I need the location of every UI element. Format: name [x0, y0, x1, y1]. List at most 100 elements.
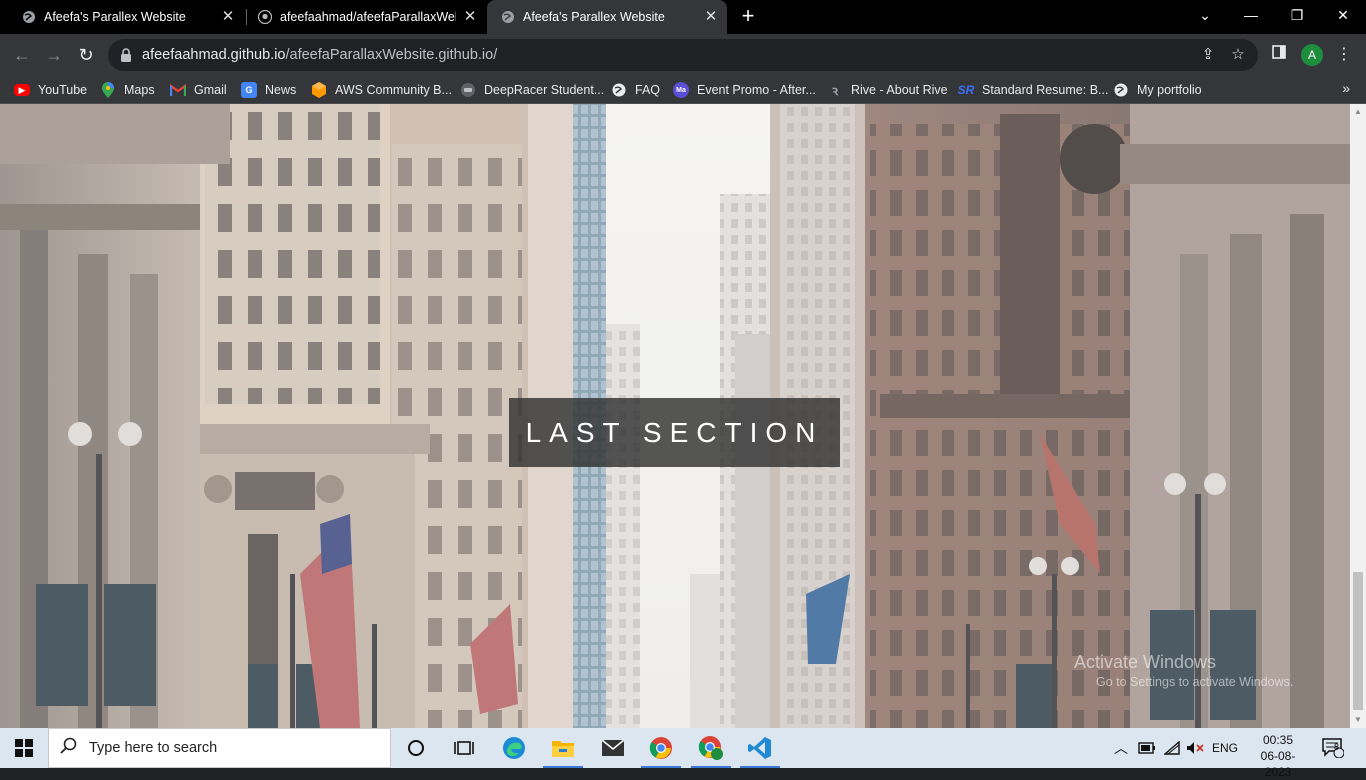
watermark-line-2: Go to Settings to activate Windows.: [1096, 675, 1294, 689]
deepracer-icon: [460, 82, 476, 98]
page-scrollbar[interactable]: ▲ ▼: [1350, 104, 1366, 728]
clock-date: 06-08-2023: [1260, 749, 1296, 779]
bookmark-gmail[interactable]: Gmail: [170, 80, 227, 100]
task-view-icon[interactable]: [440, 728, 488, 768]
new-tab-button[interactable]: +: [737, 5, 759, 28]
scroll-thumb[interactable]: [1353, 572, 1363, 710]
start-button[interactable]: [0, 728, 48, 768]
edge-icon[interactable]: [490, 728, 538, 768]
url-text[interactable]: afeefaahmad.github.io/afeefaParallaxWebs…: [142, 47, 497, 63]
notification-count: 8: [1334, 742, 1340, 752]
more-bookmarks-icon[interactable]: »: [1342, 80, 1350, 96]
rive-icon: ꝛ: [831, 83, 839, 98]
gmail-icon: [170, 82, 186, 98]
resume-icon: SR: [957, 83, 975, 97]
wifi-icon[interactable]: [1164, 728, 1180, 768]
show-hidden-icons[interactable]: ︿: [1114, 728, 1128, 768]
bookmark-deepracer[interactable]: DeepRacer Student...: [460, 80, 604, 100]
windows-taskbar: Type here to search ︿ ENG 00:35 06-08-20…: [0, 728, 1366, 779]
bookmark-youtube[interactable]: ▶ YouTube: [14, 80, 87, 100]
side-panel-icon[interactable]: [1267, 43, 1291, 67]
bookmarks-bar: ▶ YouTube Maps Gmail G News AWS Communit…: [0, 76, 1366, 104]
notification-center-icon[interactable]: 8: [1322, 728, 1344, 768]
menu-kebab-icon[interactable]: ⋮: [1332, 43, 1356, 67]
watermark-line-1: Activate Windows: [1074, 652, 1217, 672]
bookmark-label: News: [265, 83, 297, 97]
close-tab-icon[interactable]: ✕: [462, 9, 478, 25]
bookmark-star-icon[interactable]: ☆: [1228, 45, 1248, 65]
bookmark-label: AWS Community B...: [335, 83, 452, 97]
bookmark-my-portfolio[interactable]: My portfolio: [1113, 80, 1202, 100]
windows-logo-icon: [15, 739, 33, 757]
tab-title: afeefaahmad/afeefaParallaxWebsite: [280, 10, 456, 24]
bookmark-event-promo[interactable]: Ma Event Promo - After...: [673, 80, 816, 100]
github-icon: [257, 9, 273, 25]
tab-2[interactable]: afeefaahmad/afeefaParallaxWebsite ✕: [236, 0, 486, 34]
vscode-icon[interactable]: [736, 728, 784, 768]
reload-button[interactable]: ↻: [74, 43, 98, 67]
bookmark-label: My portfolio: [1137, 83, 1202, 97]
back-button[interactable]: ←: [10, 43, 34, 67]
close-tab-icon[interactable]: ✕: [703, 9, 719, 25]
bookmark-news[interactable]: G News: [241, 80, 296, 100]
tab-title: Afeefa's Parallex Website: [523, 10, 665, 24]
globe-icon: [1113, 82, 1129, 98]
page-viewport: LAST SECTION Activate Windows Go to Sett…: [0, 104, 1350, 728]
taskbar-search-box[interactable]: Type here to search: [48, 728, 391, 768]
bookmark-label: DeepRacer Student...: [484, 83, 605, 97]
activate-windows-watermark: Activate Windows Go to Settings to activ…: [1074, 652, 1293, 689]
restore-button[interactable]: ❐: [1274, 0, 1320, 30]
share-icon[interactable]: ⇪: [1198, 45, 1218, 65]
tab-title: Afeefa's Parallex Website: [44, 10, 186, 24]
battery-icon[interactable]: [1138, 728, 1156, 768]
bookmark-standard-resume[interactable]: SR Standard Resume: B...: [957, 80, 1109, 100]
close-tab-icon[interactable]: ✕: [220, 9, 236, 25]
scroll-down-arrow-icon[interactable]: ▼: [1350, 712, 1366, 728]
bookmark-label: YouTube: [38, 83, 88, 97]
chrome-profile-icon[interactable]: [687, 728, 735, 768]
search-placeholder: Type here to search: [89, 740, 218, 756]
cortana-icon[interactable]: [392, 728, 440, 768]
chrome-icon[interactable]: [637, 728, 685, 768]
section-title: LAST SECTION: [525, 416, 824, 448]
news-icon: G: [241, 82, 257, 98]
chevron-up-icon[interactable]: ︿: [1114, 738, 1128, 758]
system-clock[interactable]: 00:35 06-08-2023: [1248, 732, 1308, 780]
bookmark-faq[interactable]: FAQ: [611, 80, 660, 100]
address-bar[interactable]: afeefaahmad.github.io/afeefaParallaxWebs…: [108, 39, 1258, 71]
profile-avatar[interactable]: A: [1301, 44, 1323, 66]
mail-icon[interactable]: [589, 728, 637, 768]
bookmark-maps[interactable]: Maps: [100, 80, 155, 100]
bookmark-label: Maps: [124, 83, 155, 97]
bookmark-label: Standard Resume: B...: [982, 83, 1109, 97]
bookmark-aws-community[interactable]: AWS Community B...: [311, 80, 452, 100]
url-host: afeefaahmad.github.io: [142, 47, 286, 63]
bookmark-label: FAQ: [635, 83, 661, 97]
language-indicator[interactable]: ENG: [1212, 728, 1238, 768]
volume-muted-icon[interactable]: [1186, 728, 1204, 768]
tab-1[interactable]: Afeefa's Parallex Website ✕: [0, 0, 244, 34]
scroll-up-arrow-icon[interactable]: ▲: [1350, 104, 1366, 120]
globe-icon: [501, 10, 515, 24]
bookmark-rive[interactable]: ꝛ Rive - About Rive: [827, 80, 948, 100]
url-path: /afeefaParallaxWebsite.github.io/: [285, 47, 498, 63]
search-icon: [49, 737, 89, 760]
browser-toolbar: ← → ↻ afeefaahmad.github.io/afeefaParall…: [0, 34, 1366, 76]
tab-search-icon[interactable]: ⌄: [1182, 0, 1228, 30]
youtube-icon: ▶: [14, 84, 30, 96]
minimize-button[interactable]: —: [1228, 0, 1274, 30]
file-explorer-icon[interactable]: [539, 728, 587, 768]
lock-icon[interactable]: [120, 48, 132, 62]
bookmark-label: Rive - About Rive: [851, 83, 948, 97]
forward-button[interactable]: →: [42, 43, 66, 67]
bookmark-label: Event Promo - After...: [697, 83, 816, 97]
globe-icon: [22, 10, 36, 24]
maps-icon: [100, 82, 116, 98]
close-window-button[interactable]: ✕: [1320, 0, 1366, 30]
meetup-icon: Ma: [673, 82, 689, 98]
bookmark-label: Gmail: [194, 83, 227, 97]
section-title-box: LAST SECTION: [509, 398, 840, 467]
language-label: ENG: [1212, 741, 1239, 755]
tab-3-active[interactable]: Afeefa's Parallex Website ✕: [487, 0, 727, 34]
aws-icon: [311, 82, 327, 98]
